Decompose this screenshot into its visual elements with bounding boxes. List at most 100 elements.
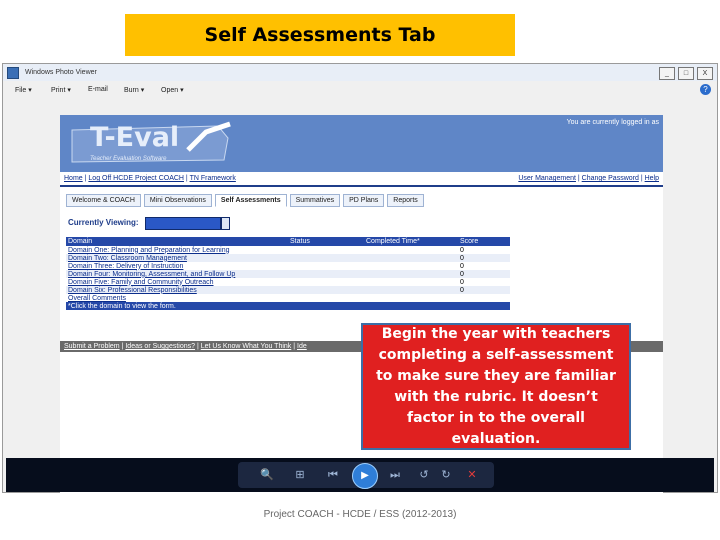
status-cell: [288, 294, 364, 302]
header-banner: T-Eval Teacher Evaluation Software You a…: [60, 115, 663, 172]
table-row[interactable]: Domain Four: Monitoring, Assessment, and…: [66, 270, 510, 278]
status-cell: [288, 286, 364, 294]
column-header-completed: Completed Time*: [364, 237, 458, 246]
completed-cell: [364, 254, 458, 262]
table-header-row: Domain Status Completed Time* Score: [66, 237, 510, 246]
score-cell: [458, 294, 510, 302]
table-row[interactable]: Domain Two: Classroom Management 0: [66, 254, 510, 262]
completed-cell: [364, 286, 458, 294]
nav-bar: Home | Log Off HCDE Project COACH | TN F…: [60, 173, 663, 187]
column-header-domain: Domain: [66, 237, 288, 246]
domain-link[interactable]: Domain Six: Professional Responsibilitie…: [66, 286, 288, 294]
tab-welcome-coach[interactable]: Welcome & COACH: [66, 194, 141, 207]
chevron-down-icon[interactable]: [221, 217, 230, 230]
domain-link[interactable]: Domain One: Planning and Preparation for…: [66, 246, 288, 254]
zoom-icon[interactable]: 🔍: [258, 467, 276, 483]
previous-icon[interactable]: ⏮: [322, 467, 344, 483]
truncated-link[interactable]: Ide: [297, 343, 307, 350]
menu-burn[interactable]: Burn ▾: [124, 86, 144, 94]
currently-viewing-label: Currently Viewing:: [68, 218, 139, 227]
logo-text: T-Eval: [90, 122, 180, 153]
domains-table: Domain Status Completed Time* Score Doma…: [66, 237, 510, 310]
chevron-down-icon: ▾: [67, 87, 71, 94]
menu-email[interactable]: E-mail: [88, 86, 108, 93]
completed-cell: [364, 294, 458, 302]
next-icon[interactable]: ⏭: [384, 467, 406, 483]
nav-help-link[interactable]: Help: [645, 175, 659, 182]
table-row[interactable]: Domain Five: Family and Community Outrea…: [66, 278, 510, 286]
table-row[interactable]: Domain One: Planning and Preparation for…: [66, 246, 510, 254]
domain-link[interactable]: Domain Three: Delivery of Instruction: [66, 262, 288, 270]
ideas-link[interactable]: Ideas or Suggestions?: [125, 343, 195, 350]
callout-note: Begin the year with teachers completing …: [361, 323, 631, 450]
nav-left: Home | Log Off HCDE Project COACH | TN F…: [64, 175, 236, 182]
nav-logoff-link[interactable]: Log Off HCDE Project COACH: [88, 175, 184, 182]
logged-in-text: You are currently logged in as: [566, 119, 659, 126]
viewer-title: Windows Photo Viewer: [25, 69, 97, 76]
play-slideshow-button[interactable]: ▶: [352, 463, 378, 489]
rotate-left-icon[interactable]: ↺: [416, 467, 432, 483]
score-cell: 0: [458, 254, 510, 262]
status-cell: [288, 262, 364, 270]
currently-viewing-select[interactable]: [145, 217, 221, 230]
column-header-score: Score: [458, 237, 510, 246]
logo-subtitle: Teacher Evaluation Software: [90, 156, 167, 162]
menu-open[interactable]: Open ▾: [161, 86, 184, 94]
maximize-button[interactable]: □: [678, 67, 694, 80]
window-buttons: _ □ X: [659, 67, 713, 80]
table-row[interactable]: Domain Six: Professional Responsibilitie…: [66, 286, 510, 294]
rotate-right-icon[interactable]: ↻: [438, 467, 454, 483]
app-tabs: Welcome & COACH Mini Observations Self A…: [66, 194, 424, 207]
tab-reports[interactable]: Reports: [387, 194, 424, 207]
domain-link[interactable]: Domain Four: Monitoring, Assessment, and…: [66, 270, 288, 278]
menu-print[interactable]: Print ▾: [51, 86, 71, 94]
tab-pd-plans[interactable]: PD Plans: [343, 194, 385, 207]
chevron-down-icon: ▾: [28, 87, 32, 94]
viewer-menubar: File ▾ Print ▾ E-mail Burn ▾ Open ▾ ?: [3, 82, 717, 97]
score-cell: 0: [460, 262, 464, 270]
completed-cell: [364, 262, 458, 270]
slide-title: Self Assessments Tab: [125, 14, 515, 56]
score-cell: 0: [460, 278, 464, 286]
score-cell: 0: [458, 286, 510, 294]
column-header-status: Status: [288, 237, 364, 246]
viewer-titlebar: Windows Photo Viewer _ □ X: [3, 64, 717, 81]
nav-change-password-link[interactable]: Change Password: [582, 175, 639, 182]
table-row[interactable]: Domain Three: Delivery of Instruction 0: [66, 262, 510, 270]
nav-user-management-link[interactable]: User Management: [518, 175, 576, 182]
submit-problem-link[interactable]: Submit a Problem: [64, 343, 120, 350]
actual-size-icon[interactable]: ⊞: [292, 467, 308, 483]
playback-controls: 🔍 ⊞ ⏮ ▶ ⏭ ↺ ↻ ✕: [238, 462, 494, 489]
table-footnote-row: *Click the domain to view the form.: [66, 302, 510, 310]
status-cell: [288, 270, 364, 278]
domain-link[interactable]: Overall Comments: [66, 294, 288, 302]
close-button[interactable]: X: [697, 67, 713, 80]
domain-link[interactable]: Domain Five: Family and Community Outrea…: [66, 278, 288, 286]
help-icon[interactable]: ?: [700, 84, 711, 95]
menu-file[interactable]: File ▾: [15, 86, 32, 94]
status-cell: [288, 254, 364, 262]
table-footnote: *Click the domain to view the form.: [66, 302, 510, 310]
viewer-controls-bar: 🔍 ⊞ ⏮ ▶ ⏭ ↺ ↻ ✕: [6, 458, 714, 492]
score-cell: 0: [460, 246, 464, 254]
tab-mini-observations[interactable]: Mini Observations: [143, 194, 212, 207]
chevron-down-icon: ▾: [140, 87, 145, 94]
status-cell: [288, 246, 364, 254]
completed-cell: [364, 246, 458, 254]
table-row[interactable]: Overall Comments: [66, 294, 510, 302]
status-cell: [288, 278, 364, 286]
tab-self-assessments[interactable]: Self Assessments: [214, 194, 287, 207]
nav-framework-link[interactable]: TN Framework: [190, 175, 236, 182]
feedback-link[interactable]: Let Us Know What You Think: [201, 343, 292, 350]
domain-link[interactable]: Domain Two: Classroom Management: [66, 254, 288, 262]
photo-viewer-icon: [7, 67, 19, 79]
delete-icon[interactable]: ✕: [464, 467, 480, 483]
completed-cell: [364, 278, 458, 286]
nav-home-link[interactable]: Home: [64, 175, 83, 182]
minimize-button[interactable]: _: [659, 67, 675, 80]
completed-cell: [364, 270, 458, 278]
slide-footer: Project COACH - HCDE / ESS (2012-2013): [263, 509, 457, 520]
t-eval-logo: T-Eval Teacher Evaluation Software: [68, 120, 240, 168]
nav-right: User Management | Change Password | Help: [518, 175, 659, 182]
tab-summatives[interactable]: Summatives: [289, 194, 341, 207]
